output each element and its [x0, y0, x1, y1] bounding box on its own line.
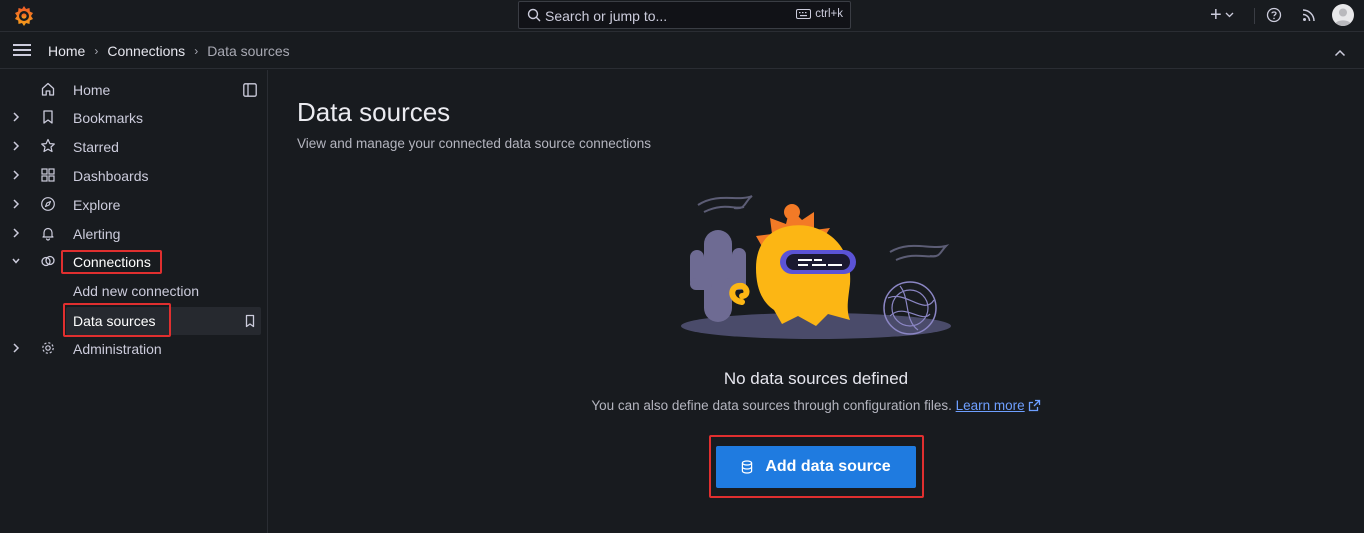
sidebar-subitem-add-new-connection[interactable]: Add new connection	[0, 277, 268, 305]
sidebar-item-label: Explore	[73, 197, 121, 213]
plus-icon: +	[1210, 4, 1222, 26]
chevron-right-icon	[13, 199, 20, 209]
toolbar-divider	[1254, 8, 1255, 24]
sidebar-item-administration[interactable]: Administration	[0, 336, 268, 362]
chevron-right-icon	[13, 228, 20, 238]
sidebar-item-label: Starred	[73, 139, 119, 155]
sidebar-subitem-data-sources[interactable]: Data sources	[66, 307, 261, 335]
apps-icon	[41, 168, 55, 182]
sidebar-item-home[interactable]: Home	[0, 77, 268, 103]
sidebar-item-explore[interactable]: Explore	[0, 192, 268, 218]
chevron-down-icon	[1225, 12, 1234, 18]
breadcrumb-data-sources: Data sources	[207, 43, 290, 59]
sidebar-item-label: Connections	[73, 254, 151, 270]
chevron-right-icon: ›	[94, 44, 99, 58]
search-input[interactable]: Search or jump to... ctrl+k	[518, 1, 851, 29]
collapse-header-button[interactable]	[1334, 44, 1346, 60]
sidebar-item-label: Bookmarks	[73, 110, 144, 126]
bookmark-icon[interactable]	[244, 314, 256, 328]
sidebar-nav: Home Bookmarks Starred Dashboards Explor…	[0, 70, 268, 533]
sidebar-item-alerting[interactable]: Alerting	[0, 221, 268, 247]
chevron-right-icon	[13, 170, 20, 180]
sidebar-item-starred[interactable]: Starred	[0, 134, 268, 160]
sidebar-subitem-label: Add new connection	[73, 283, 200, 299]
chevron-up-icon	[1334, 49, 1346, 57]
page-title: Data sources	[297, 97, 451, 127]
breadcrumb: Home › Connections › Data sources	[48, 43, 290, 59]
sidebar-item-label: Alerting	[73, 226, 121, 242]
hamburger-menu-icon	[13, 44, 31, 56]
grafana-logo-icon[interactable]	[12, 4, 36, 28]
sidebar-item-label: Home	[73, 82, 111, 98]
sidebar-item-dashboards[interactable]: Dashboards	[0, 163, 268, 189]
link-icon	[41, 255, 55, 267]
chevron-right-icon	[13, 343, 20, 353]
sidebar-item-connections[interactable]: Connections	[0, 249, 268, 275]
sidebar-item-label: Administration	[73, 341, 162, 357]
help-button[interactable]	[1266, 7, 1282, 26]
learn-more-link[interactable]: Learn more	[956, 398, 1025, 413]
chevron-down-icon	[12, 258, 20, 264]
news-button[interactable]	[1301, 7, 1317, 26]
chevron-right-icon	[13, 112, 20, 122]
main-content: Data sources View and manage your connec…	[268, 70, 1364, 533]
chevron-right-icon: ›	[194, 44, 199, 58]
sidebar-item-bookmarks[interactable]: Bookmarks	[0, 105, 268, 131]
empty-state-illustration	[681, 195, 951, 339]
search-icon	[527, 8, 541, 22]
top-bar: Search or jump to... ctrl+k +	[0, 0, 1364, 32]
breadcrumb-connections[interactable]: Connections	[107, 43, 185, 59]
user-avatar[interactable]	[1332, 4, 1354, 26]
database-icon	[742, 460, 753, 474]
bookmark-icon	[43, 110, 53, 124]
star-icon	[41, 138, 55, 153]
rss-icon	[1302, 9, 1315, 22]
empty-state-description: You can also define data sources through…	[591, 398, 952, 413]
home-icon	[41, 82, 55, 96]
keyboard-icon	[796, 9, 812, 19]
page-subtitle: View and manage your connected data sour…	[297, 136, 651, 151]
external-link-icon	[1028, 399, 1040, 412]
shortcut-hint: ctrl+k	[796, 8, 843, 20]
user-icon	[1334, 8, 1352, 26]
empty-state-title: No data sources defined	[723, 369, 909, 388]
bell-icon	[42, 227, 54, 241]
search-placeholder: Search or jump to...	[545, 8, 668, 24]
chevron-right-icon	[13, 141, 20, 151]
breadcrumb-home[interactable]: Home	[48, 43, 85, 59]
breadcrumb-bar: Home › Connections › Data sources	[0, 33, 1364, 69]
cog-icon	[42, 342, 54, 354]
add-data-source-label: Add data source	[765, 458, 891, 475]
sidebar-item-label: Dashboards	[73, 168, 149, 184]
add-data-source-button[interactable]: Add data source	[716, 446, 916, 488]
compass-icon	[41, 197, 55, 211]
empty-state-text: You can also define data sources through…	[268, 398, 1364, 413]
question-circle-icon	[1266, 7, 1282, 23]
menu-toggle-button[interactable]	[12, 43, 32, 60]
shortcut-text: ctrl+k	[815, 8, 843, 20]
sidebar-subitem-label: Data sources	[73, 313, 156, 329]
new-menu-button[interactable]: +	[1210, 4, 1234, 26]
